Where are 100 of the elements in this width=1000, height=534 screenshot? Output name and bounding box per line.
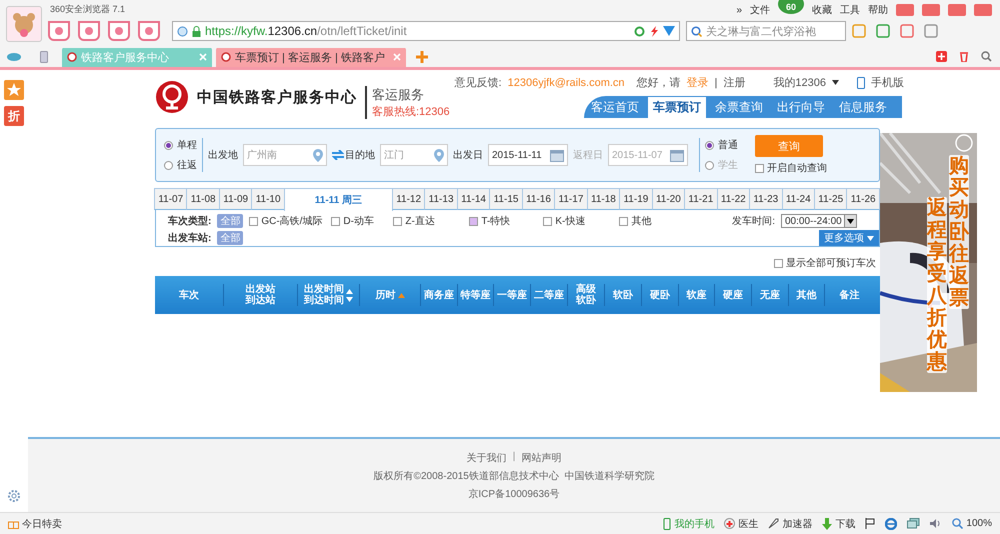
date-tab[interactable]: 11-26 — [846, 188, 880, 210]
sort-up-icon — [398, 292, 404, 298]
date-tab[interactable]: 11-14 — [456, 188, 490, 210]
plus-icon[interactable] — [416, 51, 428, 63]
speed-badge[interactable]: 60 — [778, 0, 804, 14]
column-header[interactable]: 历时 — [376, 290, 396, 300]
nav-item[interactable]: 车票预订 — [648, 96, 706, 118]
date-tab[interactable]: 11-11 周三 — [284, 188, 393, 211]
date-tab[interactable]: 11-20 — [652, 188, 686, 210]
checkbox[interactable] — [774, 258, 783, 268]
status-item[interactable]: 下载 — [835, 516, 856, 530]
column-header[interactable]: 硬座 — [723, 290, 743, 300]
swap-icon[interactable] — [332, 150, 344, 160]
checkbox[interactable] — [331, 216, 340, 226]
menu-item[interactable]: 文件 — [750, 3, 770, 17]
menu-item[interactable]: 帮助 — [868, 3, 888, 17]
mobile-link[interactable]: 手机版 — [871, 75, 904, 90]
deals-link[interactable]: 今日特卖 — [22, 516, 62, 530]
date-tab[interactable]: 11-22 — [716, 188, 750, 210]
date-tab[interactable]: 11-13 — [424, 188, 458, 210]
menu-item[interactable]: » — [736, 4, 742, 16]
date-tab[interactable]: 11-07 — [154, 188, 188, 210]
trash-icon[interactable] — [959, 51, 969, 62]
radio-label: 往返 — [177, 158, 197, 172]
return-date-label: 返程日 — [573, 148, 603, 162]
column-header[interactable]: 软卧 — [613, 290, 633, 300]
account-menu[interactable]: 我的12306 — [773, 75, 826, 90]
checkbox[interactable] — [543, 216, 552, 226]
date-field[interactable]: 2015-11-11 — [488, 144, 568, 166]
column-header[interactable]: 一等座 — [497, 290, 527, 300]
date-tab[interactable]: 11-25 — [814, 188, 848, 210]
close-icon[interactable] — [393, 53, 401, 61]
nav-item[interactable]: 客运首页 — [586, 96, 644, 118]
radio-button[interactable] — [164, 140, 173, 150]
lock-icon — [192, 26, 201, 36]
lightning-icon[interactable] — [649, 26, 659, 36]
target-icon — [221, 52, 231, 62]
close-icon[interactable] — [199, 53, 207, 61]
column-header[interactable]: 其他 — [796, 290, 816, 300]
browser-tab[interactable]: 车票预订 | 客运服务 | 铁路客户 — [216, 47, 406, 67]
menu-item[interactable]: 工具 — [840, 3, 860, 17]
menu-item[interactable]: 收藏 — [812, 3, 832, 17]
date-tab[interactable]: 11-08 — [186, 188, 220, 210]
column-header[interactable]: 高级 软卧 — [576, 284, 596, 306]
nav-item[interactable]: 余票查询 — [710, 96, 768, 118]
nav-item[interactable]: 信息服务 — [834, 96, 892, 118]
column-header[interactable]: 车次 — [179, 290, 199, 300]
date-tab[interactable]: 11-12 — [392, 188, 426, 210]
date-tab[interactable]: 11-17 — [554, 188, 588, 210]
date-tab[interactable]: 11-15 — [489, 188, 523, 210]
search-placeholder: 关之琳与富二代穿浴袍 — [706, 24, 816, 38]
status-item[interactable]: 100% — [966, 518, 992, 529]
radio-button[interactable] — [705, 140, 714, 150]
footer-link[interactable]: 网站声明 — [521, 450, 562, 464]
sort-down-icon — [847, 218, 854, 224]
sort-arrows-icon[interactable] — [346, 288, 353, 302]
bear-avatar-icon[interactable] — [6, 6, 42, 42]
checkbox-label: GC-高铁/城际 — [261, 214, 322, 228]
date-tab[interactable]: 11-09 — [218, 188, 252, 210]
date-tab[interactable]: 11-23 — [749, 188, 783, 210]
checkbox-label: T-特快 — [481, 214, 510, 228]
footer-link[interactable]: 关于我们 — [466, 450, 507, 464]
search-icon — [691, 26, 702, 36]
column-header[interactable]: 出发站 到达站 — [246, 284, 276, 306]
checkbox-label: D-动车 — [343, 214, 374, 228]
site-subtitle: 客运服务 — [372, 86, 425, 104]
column-header[interactable]: 特等座 — [460, 290, 490, 300]
column-header[interactable]: 出发时间 到达时间 — [304, 284, 344, 306]
status-item[interactable]: 医生 — [738, 516, 758, 530]
time-select[interactable]: 00:00--24:00 — [781, 214, 857, 228]
column-header[interactable]: 无座 — [760, 290, 780, 300]
search-icon[interactable] — [981, 51, 992, 62]
date-tab[interactable]: 11-18 — [586, 188, 620, 210]
status-item[interactable]: 加速器 — [782, 516, 812, 530]
checkbox-label: Z-直达 — [405, 214, 435, 228]
column-header[interactable]: 备注 — [840, 290, 860, 300]
radio-button[interactable] — [164, 160, 173, 170]
checkbox[interactable] — [755, 164, 764, 172]
column-header[interactable]: 软座 — [686, 290, 706, 300]
phone-icon[interactable] — [40, 51, 48, 63]
discount-button[interactable]: 折 — [4, 106, 24, 126]
date-tab[interactable]: 11-10 — [251, 188, 285, 210]
register-link[interactable]: 注册 — [723, 75, 746, 90]
search-field[interactable]: 关之琳与富二代穿浴袍 — [686, 21, 846, 41]
checkbox[interactable] — [469, 216, 478, 226]
column-header[interactable]: 硬卧 — [650, 290, 670, 300]
address-bar[interactable]: https://kyfw.12306.cn/otn/leftTicket/init — [172, 21, 680, 41]
column-header[interactable]: 二等座 — [534, 290, 564, 300]
date-tab[interactable]: 11-19 — [619, 188, 653, 210]
date-tab[interactable]: 11-16 — [522, 188, 556, 210]
checkbox[interactable] — [393, 216, 402, 226]
date-tab[interactable]: 11-24 — [782, 188, 815, 210]
column-header[interactable]: 商务座 — [424, 290, 454, 300]
date-tab[interactable]: 11-21 — [684, 188, 718, 210]
checkbox[interactable] — [249, 216, 258, 226]
checkbox[interactable] — [619, 216, 628, 226]
more-options-button[interactable]: 更多选项 — [819, 230, 879, 246]
dropdown-triangle-icon[interactable] — [663, 26, 675, 36]
eye-icon[interactable] — [6, 52, 22, 62]
nav-item[interactable]: 出行向导 — [772, 96, 830, 118]
